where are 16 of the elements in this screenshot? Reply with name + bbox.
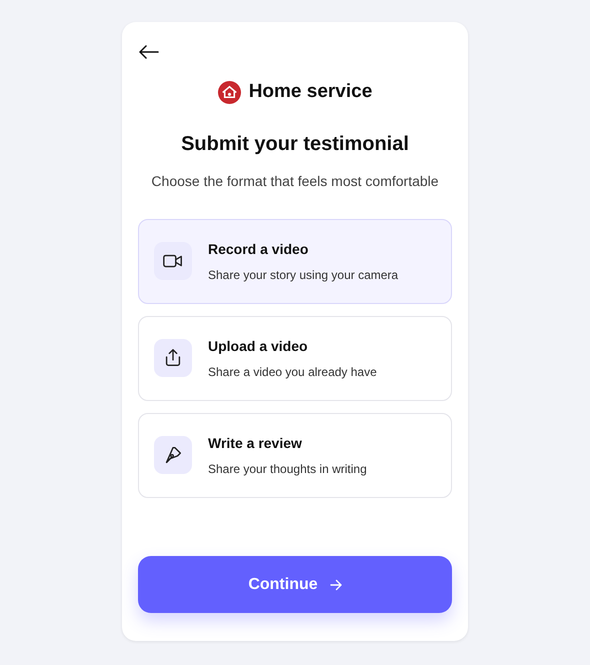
back-arrow-icon (139, 44, 159, 59)
page-title: Submit your testimonial (180, 132, 410, 156)
option-description: Share your story using your camera (208, 266, 398, 284)
option-title: Write a review (208, 434, 303, 452)
option-card[interactable]: Upload a video Share a video you already have (138, 316, 452, 400)
option-card[interactable]: Write a review Share your thoughts in writing (138, 412, 452, 498)
option-description: Share your thoughts in writing (208, 460, 367, 478)
arrow-right-icon (330, 578, 342, 590)
brand-name: Home service (248, 80, 372, 104)
continue-button[interactable]: Continue (138, 556, 452, 613)
option-description: Share a video you already have (208, 364, 377, 380)
option-title: Record a video (208, 240, 310, 258)
subtitle: Choose the format that feels most comfortable (150, 172, 440, 190)
option-card[interactable]: Record a video Share your story using your camera (138, 218, 452, 304)
logo-icon (218, 80, 241, 104)
option-title: Upload a video (208, 336, 309, 356)
